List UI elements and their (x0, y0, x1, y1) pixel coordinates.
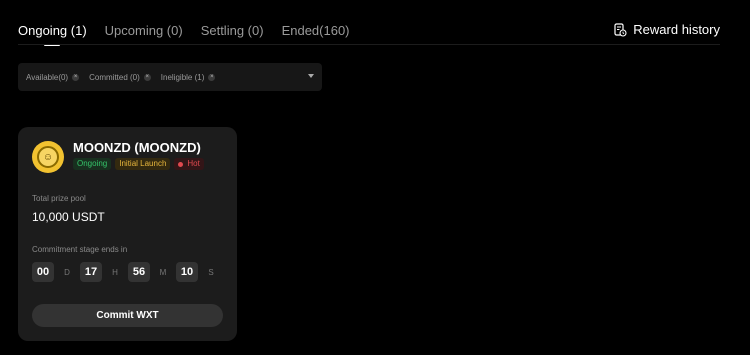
tab-settling[interactable]: Settling (0) (201, 22, 264, 40)
filter-available-label: Available(0) (26, 72, 69, 82)
countdown-hours-unit: H (112, 267, 118, 277)
ongoing-badge: Ongoing (73, 158, 112, 170)
launch-card: ☺ MOONZD (MOONZD) Ongoing Initial Launch… (18, 127, 237, 341)
status-tabs: Ongoing (1) Upcoming (0) Settling (0) En… (18, 22, 368, 46)
card-title: MOONZD (MOONZD) (73, 140, 201, 155)
hot-badge: Hot (174, 158, 204, 170)
countdown-timer: 00 D 17 H 56 M 10 S (32, 262, 224, 282)
countdown-seconds-unit: S (208, 267, 214, 277)
chevron-down-icon[interactable] (308, 74, 314, 78)
initial-launch-badge: Initial Launch (115, 158, 171, 170)
filter-bar[interactable]: Available(0) × Committed (0) × Ineligibl… (18, 63, 322, 91)
reward-history-icon (613, 22, 627, 37)
tab-upcoming[interactable]: Upcoming (0) (105, 22, 183, 40)
filter-committed-label: Committed (0) (89, 72, 140, 82)
prize-pool-label: Total prize pool (32, 194, 86, 203)
countdown-minutes: 56 (128, 262, 150, 282)
close-icon[interactable]: × (208, 73, 216, 81)
prize-pool-value: 10,000 USDT (32, 210, 105, 224)
countdown-days: 00 (32, 262, 54, 282)
countdown-hours: 17 (80, 262, 102, 282)
countdown-days-unit: D (64, 267, 70, 277)
filter-ineligible-label: Ineligible (1) (160, 72, 205, 82)
reward-history-button[interactable]: Reward history (613, 22, 720, 37)
reward-history-label: Reward history (633, 22, 720, 37)
filter-chip-ineligible[interactable]: Ineligible (1) × (161, 73, 216, 82)
commit-button[interactable]: Commit WXT (32, 304, 223, 327)
filter-chip-available[interactable]: Available(0) × (26, 72, 80, 82)
tabs-divider (18, 44, 720, 45)
tab-ongoing[interactable]: Ongoing (1) (18, 22, 87, 46)
filter-chip-committed[interactable]: Committed (0) × (89, 73, 151, 82)
coin-icon: ☺ (37, 146, 59, 168)
token-logo: ☺ (32, 141, 64, 173)
tab-settling-label: Settling (0) (200, 23, 264, 38)
tab-ongoing-label: Ongoing (1) (18, 23, 87, 38)
close-icon[interactable]: × (143, 73, 151, 81)
status-badges: Ongoing Initial Launch Hot (73, 158, 208, 170)
hot-badge-label: Hot (187, 159, 200, 168)
tab-upcoming-label: Upcoming (0) (104, 23, 183, 38)
tab-ended[interactable]: Ended(160) (282, 22, 350, 40)
close-icon[interactable]: × (72, 73, 80, 81)
countdown-seconds: 10 (176, 262, 198, 282)
hot-dot-icon (178, 161, 184, 167)
tab-ended-label: Ended(160) (281, 23, 350, 38)
commitment-stage-label: Commitment stage ends in (32, 245, 128, 254)
countdown-minutes-unit: M (159, 267, 167, 277)
